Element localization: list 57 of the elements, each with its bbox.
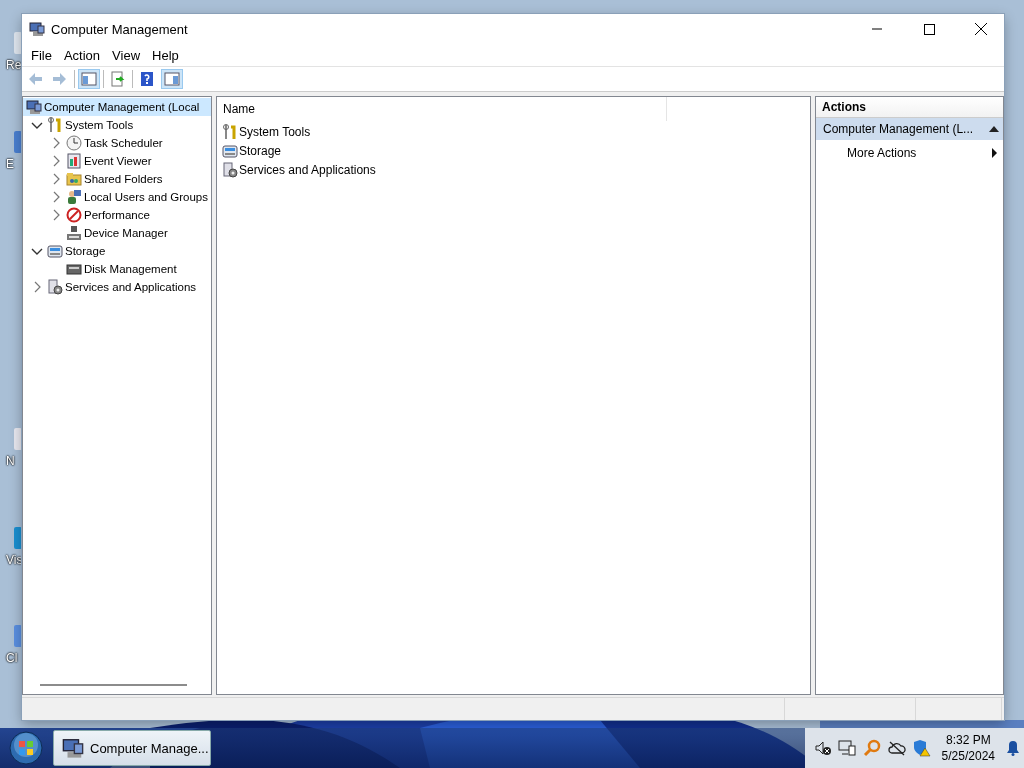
- list-item[interactable]: System Tools: [217, 122, 810, 141]
- toolbar-button[interactable]: [161, 69, 183, 89]
- menu-item[interactable]: Action: [57, 47, 107, 63]
- users-icon: [66, 189, 82, 205]
- computer-icon: [62, 737, 84, 759]
- search-icon[interactable]: [862, 739, 881, 757]
- back-icon: [27, 71, 43, 87]
- tree-item[interactable]: Local Users and Groups: [23, 188, 211, 206]
- collapse-icon: [989, 126, 999, 132]
- network-icon[interactable]: [837, 740, 856, 756]
- bell-icon[interactable]: [1006, 740, 1020, 756]
- clock-icon: [66, 135, 82, 151]
- tree-item[interactable]: Performance: [23, 206, 211, 224]
- action-item[interactable]: More Actions: [816, 141, 1003, 165]
- close-icon: [975, 23, 987, 35]
- menu-item[interactable]: View: [106, 47, 147, 63]
- list-item[interactable]: Services and Applications: [217, 160, 810, 179]
- column-header[interactable]: Name: [217, 97, 667, 121]
- drive-icon: [47, 243, 63, 259]
- cloud-off-icon[interactable]: [887, 740, 906, 756]
- computer-icon: [26, 99, 42, 115]
- tree-item[interactable]: Task Scheduler: [23, 134, 211, 152]
- maximize-icon: [923, 23, 935, 35]
- tree-item[interactable]: Services and Applications: [23, 278, 211, 296]
- taskbar-button[interactable]: Computer Manage...: [53, 730, 211, 766]
- tree-item[interactable]: System Tools: [23, 116, 211, 134]
- tree-item[interactable]: Shared Folders: [23, 170, 211, 188]
- shield-warning-icon[interactable]: [912, 739, 931, 757]
- menu-item[interactable]: File: [25, 47, 58, 63]
- tree-item[interactable]: Disk Management: [23, 260, 211, 278]
- speaker-muted-icon[interactable]: [814, 740, 831, 756]
- tools-icon: [47, 117, 63, 133]
- list-item[interactable]: Storage: [217, 141, 810, 160]
- toolbar-button[interactable]: [78, 69, 100, 89]
- folder-icon: [66, 171, 82, 187]
- section-header[interactable]: Computer Management (L...: [816, 118, 1003, 141]
- tree-item[interactable]: Computer Management (Local: [23, 98, 211, 116]
- tree-pane-icon: [81, 71, 97, 87]
- drive-icon: [222, 142, 238, 159]
- tools-icon: [222, 123, 238, 140]
- server-icon: [47, 279, 63, 295]
- window-title: Computer Management: [51, 21, 189, 37]
- tree-item[interactable]: Device Manager: [23, 224, 211, 242]
- help-icon: [139, 71, 155, 87]
- forward-icon: [52, 71, 68, 87]
- export-icon: [110, 71, 126, 87]
- submenu-arrow-icon: [992, 148, 997, 158]
- server-icon: [222, 161, 238, 178]
- tree-item[interactable]: Event Viewer: [23, 152, 211, 170]
- log-icon: [66, 153, 82, 169]
- menu-item[interactable]: Help: [146, 47, 185, 63]
- start-button[interactable]: [9, 731, 43, 765]
- device-icon: [66, 225, 82, 241]
- scrollbar[interactable]: [40, 684, 187, 686]
- action-pane-icon: [164, 71, 180, 87]
- tree-item[interactable]: Storage: [23, 242, 211, 260]
- computer-icon: [29, 21, 45, 37]
